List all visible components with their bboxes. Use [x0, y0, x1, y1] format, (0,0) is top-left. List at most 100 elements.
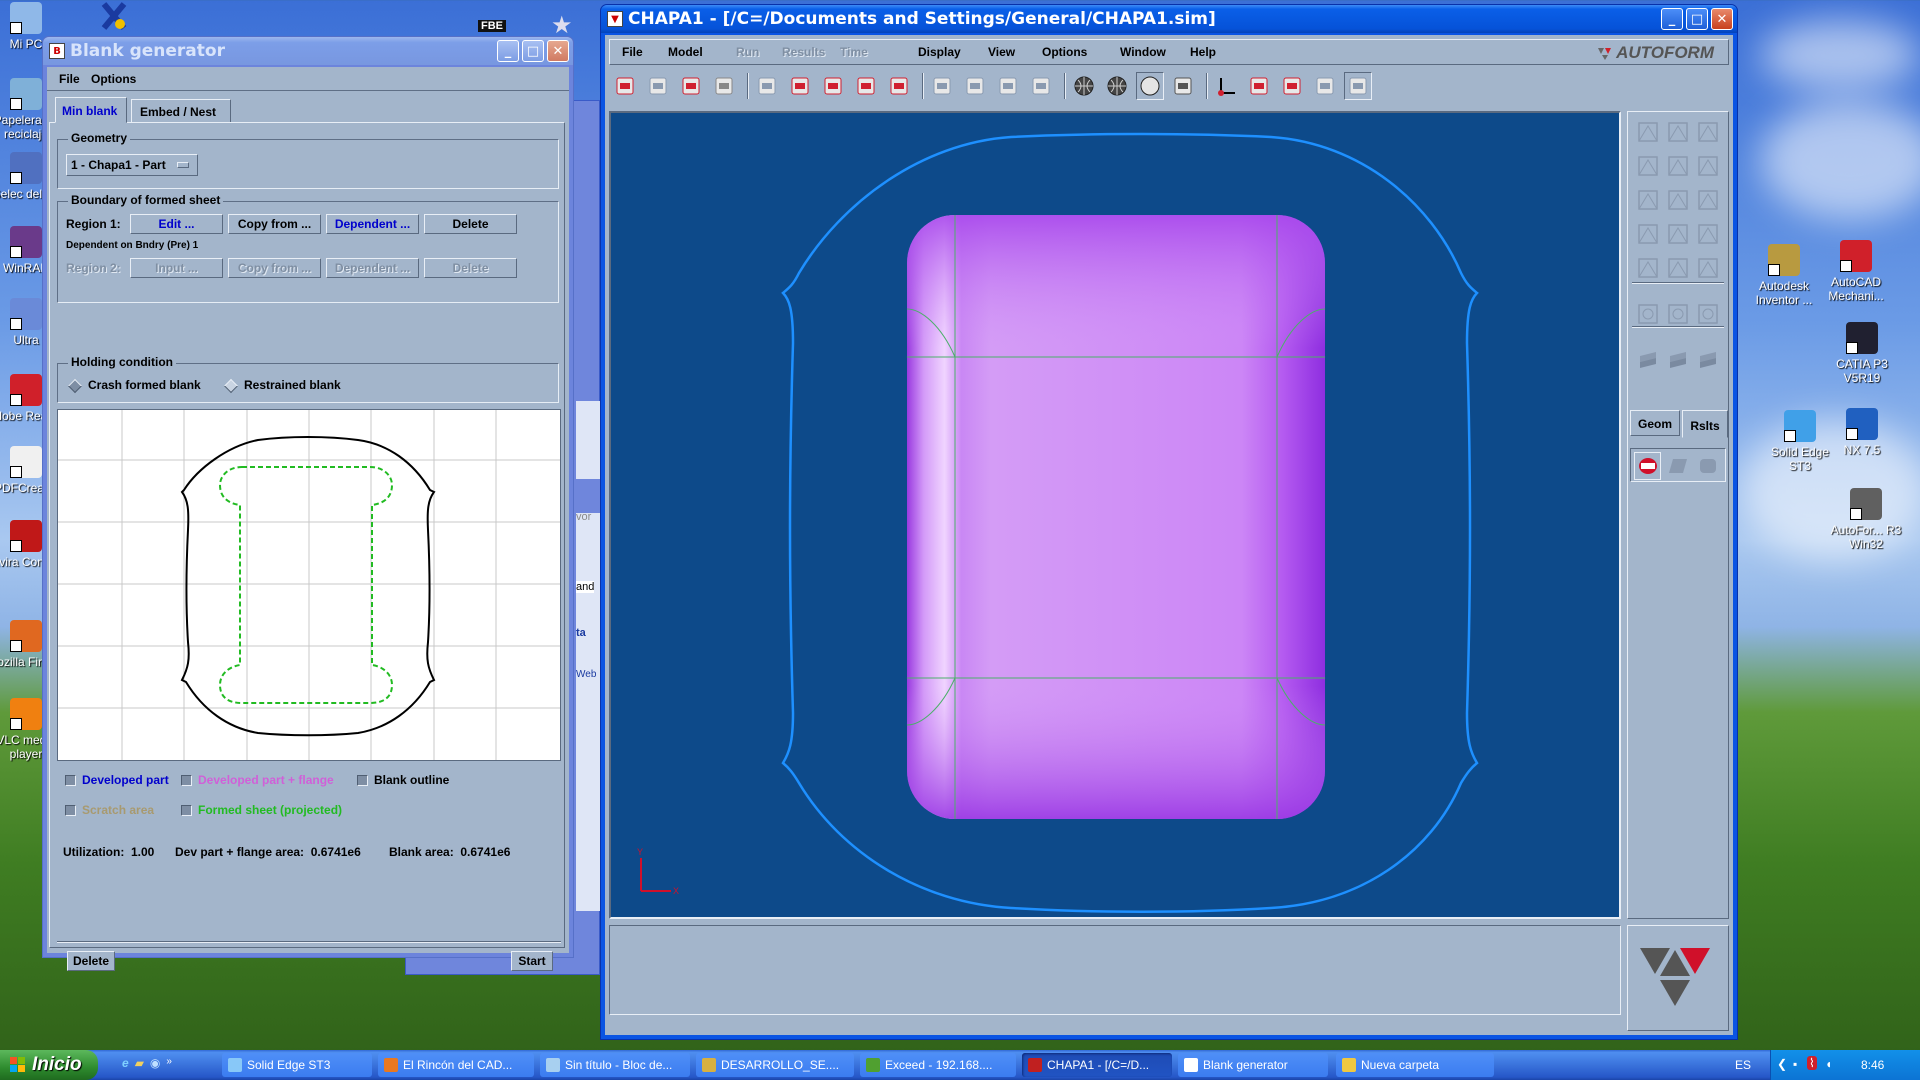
- drawbead-icon: [1664, 220, 1692, 248]
- taskbar-item[interactable]: Solid Edge ST3: [222, 1053, 372, 1077]
- desktop-icon[interactable]: AutoCAD Mechani...: [1816, 240, 1896, 303]
- menu-help[interactable]: Help: [1190, 45, 1216, 59]
- main-toolbar: [611, 71, 1377, 101]
- radio-crash-formed[interactable]: Crash formed blank: [67, 378, 201, 393]
- start-button[interactable]: Inicio: [0, 1050, 98, 1080]
- taskbar-item-label: Sin título - Bloc de...: [565, 1058, 673, 1072]
- region2-input-button: Input ...: [130, 258, 223, 278]
- minimize-button[interactable]: _: [1661, 8, 1683, 30]
- tray-expand-icon[interactable]: ❮: [1777, 1057, 1787, 1071]
- mesh-sphere-icon[interactable]: [1103, 72, 1131, 100]
- taskbar-item[interactable]: CHAPA1 - [/C=/D...: [1022, 1053, 1172, 1077]
- minimize-button[interactable]: _: [497, 40, 519, 62]
- desktop-icon[interactable]: Autodesk Inventor ...: [1744, 244, 1824, 307]
- adobe-reader-icon: [10, 374, 42, 406]
- tab-min-blank[interactable]: Min blank: [55, 97, 127, 123]
- mirror-icon: [1311, 72, 1339, 100]
- curve-icon[interactable]: [885, 72, 913, 100]
- result-thinning-icon[interactable]: [1634, 452, 1662, 480]
- radio-restrained[interactable]: Restrained blank: [223, 378, 341, 393]
- taskbar-item[interactable]: El Rincón del CAD...: [378, 1053, 534, 1077]
- wireframe-sphere-icon[interactable]: [1070, 72, 1098, 100]
- desktop-icon-label: NX 7.5: [1843, 443, 1881, 457]
- tab-geom[interactable]: Geom: [1630, 410, 1680, 436]
- taskbar-item[interactable]: Nueva carpeta: [1336, 1053, 1494, 1077]
- check-developed-part[interactable]: Developed part: [65, 773, 169, 787]
- blank-preview-canvas[interactable]: [57, 409, 561, 761]
- menu-window[interactable]: Window: [1120, 45, 1166, 59]
- die-icon[interactable]: [786, 72, 814, 100]
- menu-file[interactable]: File: [622, 45, 643, 59]
- close-button[interactable]: ✕: [1711, 8, 1733, 30]
- region1-copy-from-button[interactable]: Copy from ...: [228, 214, 321, 234]
- taskbar-item[interactable]: Sin título - Bloc de...: [540, 1053, 690, 1077]
- fbe-icon[interactable]: FBE: [478, 20, 506, 32]
- close-button[interactable]: ✕: [547, 40, 569, 62]
- maximize-button[interactable]: □: [522, 40, 544, 62]
- tab-embed-nest[interactable]: Embed / Nest: [131, 99, 231, 123]
- tab-rslts[interactable]: Rslts: [1682, 410, 1728, 438]
- desktop-icon[interactable]: NX 7.5: [1822, 408, 1902, 457]
- geometry-selected-value: 1 - Chapa1 - Part: [71, 158, 166, 172]
- menu-options[interactable]: Options: [1042, 45, 1087, 59]
- language-indicator[interactable]: ES: [1735, 1058, 1751, 1072]
- autoform-big-logo: [1627, 925, 1729, 1031]
- result-sheet-icon: [1664, 452, 1691, 480]
- palette-separator: [1632, 282, 1724, 284]
- region2-delete-button: Delete: [424, 258, 517, 278]
- geometry-select[interactable]: 1 - Chapa1 - Part: [66, 154, 198, 176]
- region1-label: Region 1:: [66, 217, 121, 231]
- save-icon[interactable]: [677, 72, 705, 100]
- region1-dependent-button[interactable]: Dependent ...: [326, 214, 419, 234]
- region2-label: Region 2:: [66, 261, 121, 275]
- taskbar-item[interactable]: Blank generator: [1178, 1053, 1328, 1077]
- ruler-down-icon: [961, 72, 989, 100]
- antivirus-icon[interactable]: ⌇: [1807, 1056, 1817, 1070]
- region1-edit-button[interactable]: Edit ...: [130, 214, 223, 234]
- fit-view-icon[interactable]: [1245, 72, 1273, 100]
- check-blank-outline[interactable]: Blank outline: [357, 773, 449, 787]
- menu-file[interactable]: File: [59, 72, 80, 86]
- menu-options[interactable]: Options: [91, 72, 136, 86]
- message-area[interactable]: [609, 925, 1621, 1015]
- outlook-icon[interactable]: ◉: [150, 1056, 160, 1070]
- utilization-value: Utilization: 1.00: [63, 845, 155, 859]
- network-icon[interactable]: ▪: [1793, 1057, 1797, 1071]
- recycle-bin-icon: [10, 78, 42, 110]
- taskbar-item[interactable]: DESARROLLO_SE....: [696, 1053, 854, 1077]
- notes-icon[interactable]: [1169, 72, 1197, 100]
- radio-selected-icon: [67, 378, 83, 393]
- menu-display[interactable]: Display: [918, 45, 961, 59]
- maximize-button[interactable]: □: [1686, 8, 1708, 30]
- folder-icon[interactable]: ▰: [135, 1056, 144, 1070]
- shaded-sphere-icon[interactable]: [1136, 72, 1164, 100]
- rotate-view-icon[interactable]: [1278, 72, 1306, 100]
- blank-generator-window: B Blank generator _ □ ✕ File Options Min…: [42, 36, 574, 971]
- open-icon[interactable]: [611, 72, 639, 100]
- desktop-icon[interactable]: CATIA P3 V5R19: [1822, 322, 1902, 385]
- print-icon[interactable]: [710, 72, 738, 100]
- check-formed-sheet[interactable]: Formed sheet (projected): [181, 803, 342, 817]
- delete-button[interactable]: Delete: [67, 951, 115, 971]
- desktop-app-icon-top[interactable]: [100, 2, 128, 30]
- desktop-icon[interactable]: AutoFor... R3 Win32: [1826, 488, 1906, 551]
- region1-delete-button[interactable]: Delete: [424, 214, 517, 234]
- start-button[interactable]: Start: [511, 951, 553, 971]
- axes-icon[interactable]: [1212, 72, 1240, 100]
- blank-generator-titlebar[interactable]: B Blank generator _ □ ✕: [43, 37, 573, 65]
- star-icon[interactable]: ★: [551, 14, 573, 38]
- punch-icon[interactable]: [819, 72, 847, 100]
- menu-view[interactable]: View: [988, 45, 1015, 59]
- taskbar-item-label: Blank generator: [1203, 1058, 1288, 1072]
- autoform-titlebar[interactable]: ▼ CHAPA1 - [/C=/Documents and Settings/G…: [601, 5, 1737, 33]
- binder-icon[interactable]: [852, 72, 880, 100]
- desktop-icon-label: Ultra: [13, 333, 39, 347]
- ie-icon[interactable]: e: [122, 1056, 129, 1070]
- avira-icon: [10, 520, 42, 552]
- 3d-viewport[interactable]: Y X: [609, 111, 1621, 919]
- more-chevron-icon[interactable]: »: [166, 1056, 172, 1070]
- taskbar-item[interactable]: Exceed - 192.168....: [860, 1053, 1016, 1077]
- menu-model[interactable]: Model: [668, 45, 703, 59]
- import-icon: [644, 72, 672, 100]
- volume-icon[interactable]: ◖: [1825, 1057, 1832, 1071]
